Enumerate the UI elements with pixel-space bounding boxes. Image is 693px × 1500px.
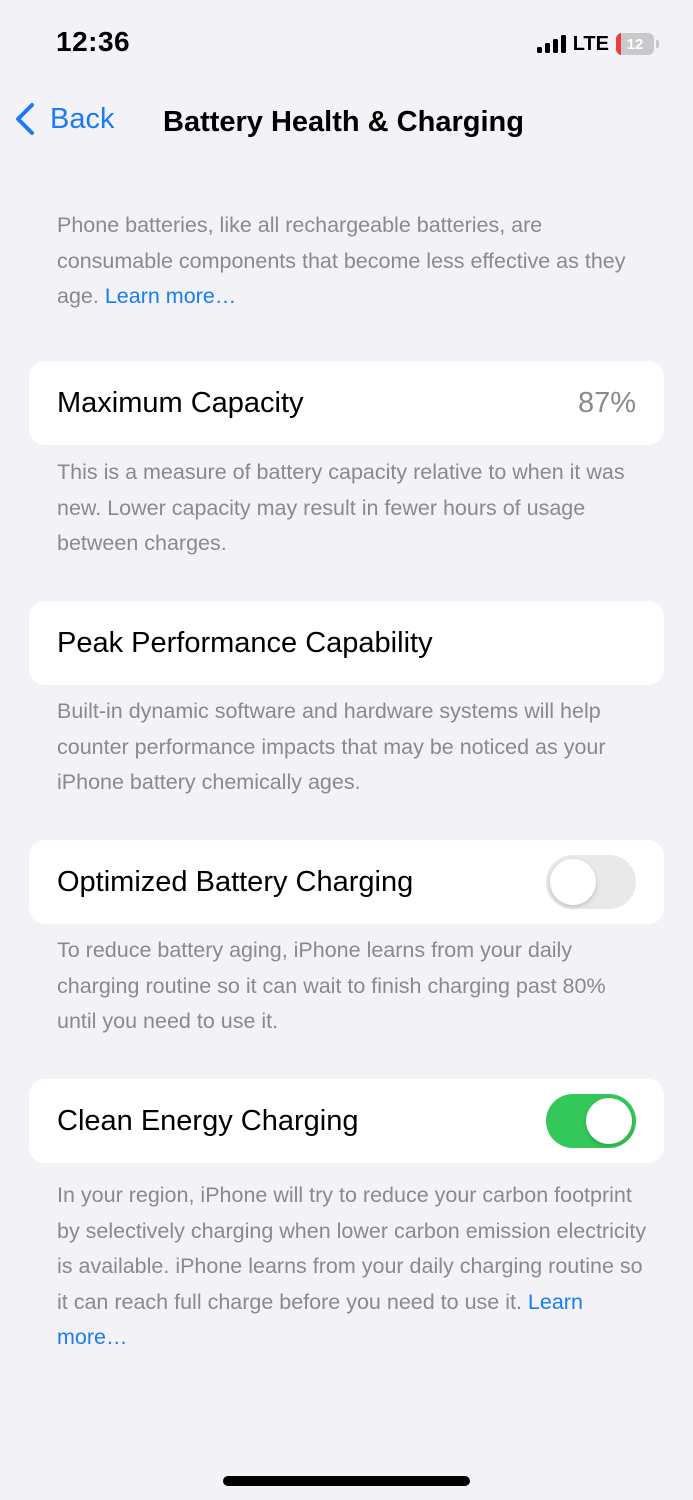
optimized-charging-toggle[interactable] <box>546 855 636 909</box>
battery-level-label: 12 <box>626 35 644 53</box>
clean-energy-row: Clean Energy Charging <box>29 1079 664 1163</box>
optimized-charging-description: To reduce battery aging, iPhone learns f… <box>57 938 606 1033</box>
battery-cap <box>656 40 659 48</box>
learn-more-link[interactable]: Learn more… <box>105 284 236 308</box>
navigation-bar: Back Battery Health & Charging <box>0 96 693 152</box>
status-bar: 12:36 LTE 12 <box>0 0 693 88</box>
cellular-signal-icon <box>536 35 566 53</box>
battery-icon: 12 <box>616 33 654 55</box>
maximum-capacity-value: 87% <box>577 386 636 419</box>
peak-performance-description: Built-in dynamic software and hardware s… <box>57 699 606 794</box>
toggle-knob <box>586 1098 632 1144</box>
back-button[interactable]: Back <box>14 102 114 136</box>
status-indicators: LTE 12 <box>536 30 659 58</box>
intro-text: Phone batteries, like all rechargeable b… <box>57 208 647 315</box>
battery-fill <box>616 33 621 55</box>
clean-energy-toggle[interactable] <box>546 1094 636 1148</box>
status-time: 12:36 <box>56 26 131 57</box>
peak-performance-label: Peak Performance Capability <box>57 626 433 659</box>
peak-performance-row[interactable]: Peak Performance Capability <box>29 601 664 685</box>
maximum-capacity-label: Maximum Capacity <box>57 386 304 419</box>
page-title: Battery Health & Charging <box>163 106 524 138</box>
toggle-knob <box>550 859 596 905</box>
maximum-capacity-row: Maximum Capacity 87% <box>29 361 664 445</box>
optimized-charging-row: Optimized Battery Charging <box>29 840 664 924</box>
back-label: Back <box>50 102 115 135</box>
maximum-capacity-description: This is a measure of battery capacity re… <box>57 460 625 555</box>
clean-energy-label: Clean Energy Charging <box>57 1104 359 1137</box>
clean-energy-description: In your region, iPhone will try to reduc… <box>57 1178 647 1356</box>
network-type-label: LTE <box>572 32 609 55</box>
chevron-left-icon <box>16 103 34 135</box>
home-indicator[interactable] <box>223 1476 470 1486</box>
optimized-charging-label: Optimized Battery Charging <box>57 865 414 898</box>
